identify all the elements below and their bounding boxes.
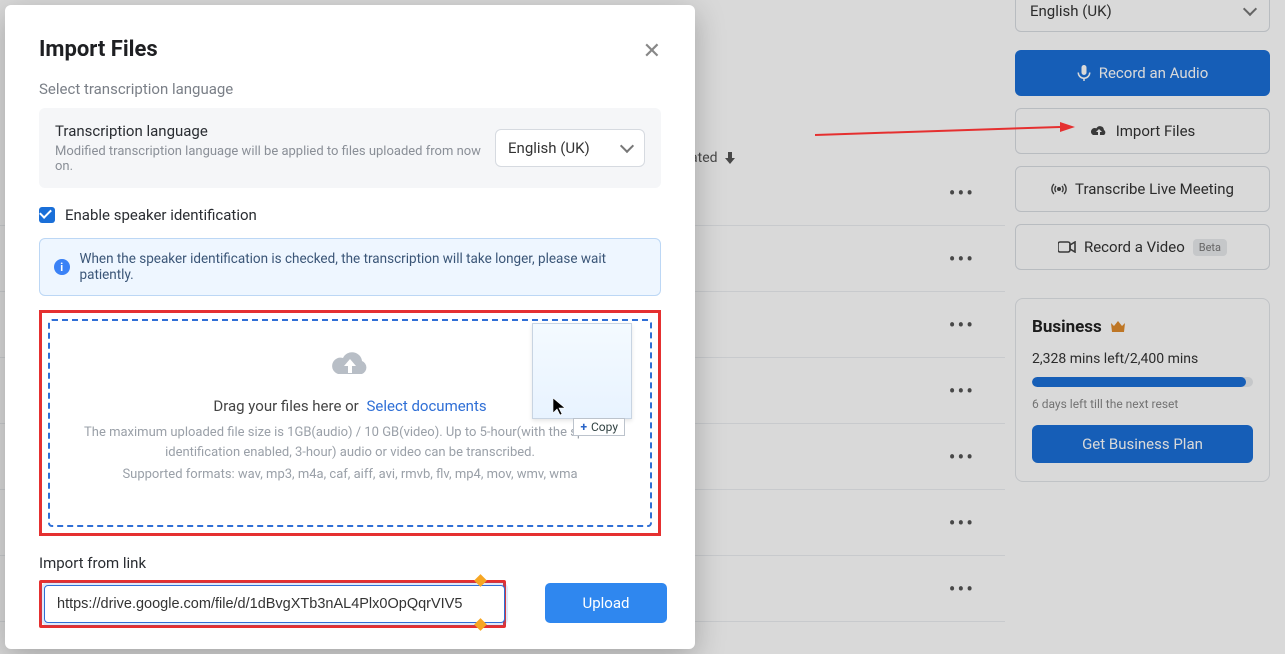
cursor-icon [553,398,567,420]
import-files-modal: Import Files ✕ Select transcription lang… [5,5,695,649]
dropzone-line1-pre: Drag your files here or [213,397,358,415]
modal-subtitle: Select transcription language [39,80,661,98]
plus-icon: + [580,420,587,434]
transcription-language-desc: Modified transcription language will be … [55,144,495,174]
speaker-info-text: When the speaker identification is check… [80,251,646,283]
info-icon: i [54,259,70,275]
drag-preview: + Copy [532,323,632,419]
chevron-down-icon [620,139,634,153]
upload-button-label: Upload [583,594,630,612]
annotation-link-highlight [39,580,506,628]
copy-badge-text: Copy [591,420,618,434]
annotation-dropzone-highlight: Drag your files here or Select documents… [39,310,661,536]
file-dropzone[interactable]: Drag your files here or Select documents… [48,319,652,527]
dropzone-line1: Drag your files here or Select documents [213,397,486,415]
dropzone-line2: The maximum uploaded file size is 1GB(au… [70,423,630,463]
transcription-language-value: English (UK) [508,139,590,157]
speaker-checkbox[interactable] [39,207,55,223]
dropzone-line3: Supported formats: wav, mp3, m4a, caf, a… [122,467,577,482]
close-icon[interactable]: ✕ [643,39,661,64]
transcription-language-label: Transcription language [55,122,495,140]
speaker-info-banner: i When the speaker identification is che… [39,238,661,296]
cloud-upload-icon [329,347,371,379]
import-link-label: Import from link [39,554,661,572]
transcription-language-select[interactable]: English (UK) [495,129,645,167]
import-link-input[interactable] [44,585,505,623]
transcription-language-box: Transcription language Modified transcri… [39,108,661,188]
import-link-row: Upload [39,580,661,628]
upload-button[interactable]: Upload [545,583,667,623]
copy-badge: + Copy [573,418,625,436]
select-documents-link[interactable]: Select documents [367,397,487,415]
modal-title: Import Files [39,37,661,62]
speaker-identification-row[interactable]: Enable speaker identification [39,206,661,224]
speaker-label: Enable speaker identification [65,206,257,224]
